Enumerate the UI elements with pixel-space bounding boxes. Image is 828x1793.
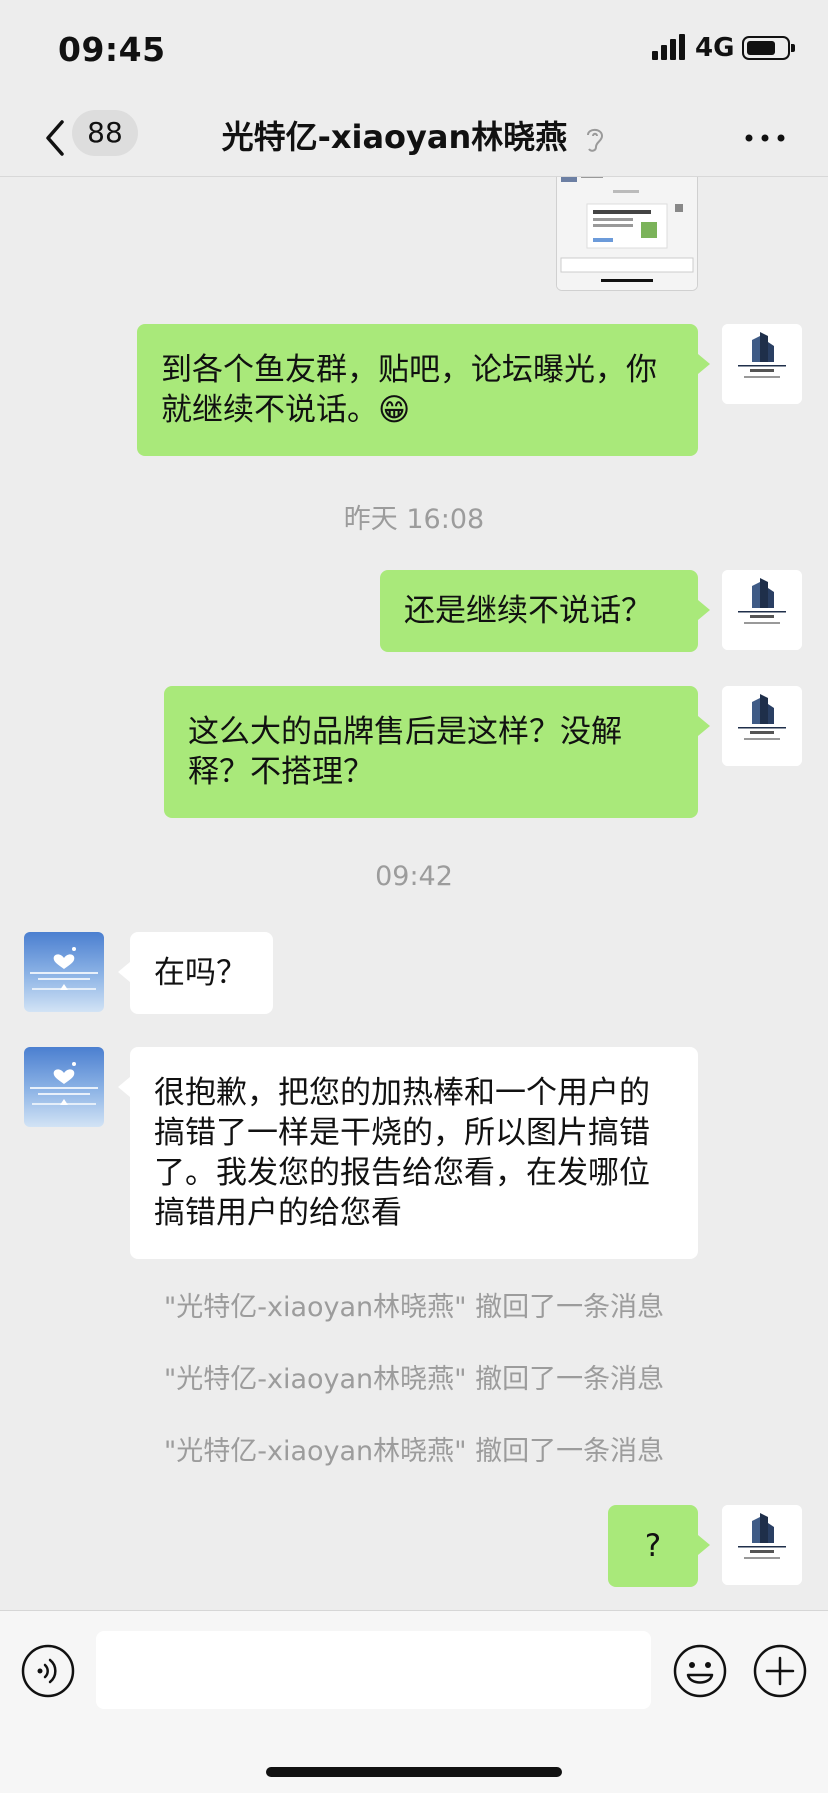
message-list[interactable]: 到各个鱼友群，贴吧，论坛曝光，你就继续不说话。😁 昨天 16:08 还是继续不说… — [0, 177, 828, 1610]
message-timestamp: 昨天 16:08 — [343, 504, 485, 535]
message-bubble-mine[interactable]: ? — [608, 1505, 710, 1587]
more-icon[interactable] — [740, 128, 790, 148]
battery-icon — [742, 36, 795, 60]
heart-cloud-avatar-icon — [30, 947, 98, 990]
message-input[interactable] — [96, 1631, 651, 1709]
message-bubble-mine[interactable]: 到各个鱼友群，贴吧，论坛曝光，你就继续不说话。😁 — [137, 324, 710, 456]
message-bubble-contact[interactable]: 很抱歉，把您的加热棒和一个用户的搞错了一样是干烧的，所以图片搞错了。我发您的报告… — [118, 1047, 698, 1259]
contact-avatar[interactable] — [24, 932, 104, 1012]
chat-title: 光特亿-xiaoyan林晓燕 — [160, 112, 668, 158]
message-bubble-contact[interactable]: 在吗？ — [118, 932, 273, 1014]
unread-badge[interactable]: 88 — [72, 110, 138, 156]
chat-title-text: 光特亿-xiaoyan林晓燕 — [221, 118, 568, 156]
message-timestamp: 09:42 — [375, 861, 453, 892]
contact-avatar[interactable] — [24, 1047, 104, 1127]
home-indicator — [266, 1767, 562, 1777]
network-type: 4G — [695, 33, 735, 63]
ear-icon — [587, 128, 604, 152]
recall-notice: "光特亿-xiaoyan林晓燕" 撤回了一条消息 — [163, 1364, 665, 1395]
input-bar — [0, 1610, 828, 1793]
my-avatar[interactable] — [722, 570, 802, 650]
chat-header: 88 光特亿-xiaoyan林晓燕 — [0, 100, 828, 177]
my-avatar[interactable] — [722, 324, 802, 404]
chevron-left-icon[interactable] — [38, 116, 74, 160]
status-bar: 09:45 4G — [0, 0, 828, 100]
plus-icon[interactable] — [752, 1643, 808, 1699]
image-message-thumbnail[interactable] — [556, 177, 698, 291]
message-bubble-mine[interactable]: 这么大的品牌售后是这样？没解释？不搭理？ — [164, 686, 710, 818]
building-logo-icon — [722, 686, 802, 766]
building-logo-icon — [722, 1505, 802, 1585]
status-time: 09:45 — [58, 30, 166, 69]
my-avatar[interactable] — [722, 686, 802, 766]
my-avatar[interactable] — [722, 1505, 802, 1585]
recall-notice: "光特亿-xiaoyan林晓燕" 撤回了一条消息 — [163, 1436, 665, 1467]
message-bubble-mine[interactable]: 还是继续不说话？ — [380, 570, 710, 652]
building-logo-icon — [722, 324, 802, 404]
emoji-icon[interactable] — [672, 1643, 728, 1699]
signal-icon — [652, 34, 688, 60]
heart-cloud-avatar-icon — [30, 1062, 98, 1105]
building-logo-icon — [722, 570, 802, 650]
voice-icon[interactable] — [20, 1643, 76, 1699]
recall-notice: "光特亿-xiaoyan林晓燕" 撤回了一条消息 — [163, 1292, 665, 1323]
